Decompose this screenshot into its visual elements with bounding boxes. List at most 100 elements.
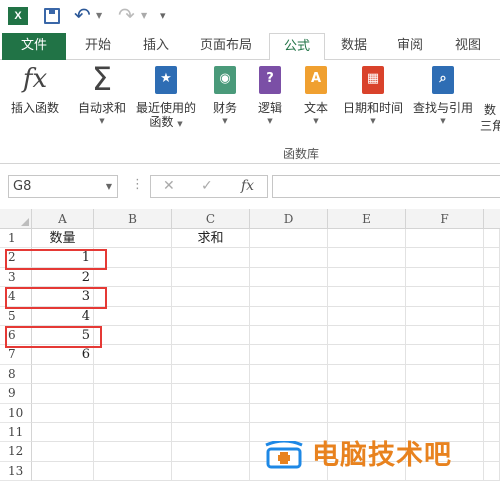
cell-e1[interactable] <box>328 229 406 249</box>
tab-formulas[interactable]: 公式 <box>269 33 325 61</box>
cell-e8[interactable] <box>328 364 406 385</box>
cell-d4[interactable] <box>250 287 328 307</box>
cell-d1[interactable] <box>250 229 328 249</box>
cell-c11[interactable] <box>172 423 250 443</box>
cell-c13[interactable] <box>172 461 250 482</box>
cell-b6[interactable] <box>94 326 172 346</box>
row-header-5[interactable]: 5 <box>0 306 32 326</box>
cell-c6[interactable] <box>172 326 250 346</box>
cell-b5[interactable] <box>94 306 172 326</box>
cell-c1[interactable]: 求和 <box>172 229 250 249</box>
financial-button[interactable]: ◉ 财务 ▼ <box>206 64 244 126</box>
column-header-d[interactable]: D <box>250 209 328 229</box>
row-header-9[interactable]: 9 <box>0 384 32 404</box>
date-time-button[interactable]: ▦ 日期和时间 ▼ <box>340 64 406 126</box>
insert-function-button[interactable]: fx 插入函数 <box>4 64 66 116</box>
row-header-12[interactable]: 12 <box>0 442 32 462</box>
undo-dropdown-icon[interactable]: ▼ <box>96 11 102 20</box>
cell-c8[interactable] <box>172 364 250 385</box>
cell-f6[interactable] <box>406 326 484 346</box>
cell-d10[interactable] <box>250 403 328 423</box>
cell-a11[interactable] <box>32 423 94 443</box>
cell-d3[interactable] <box>250 267 328 288</box>
logical-button[interactable]: ? 逻辑 ▼ <box>252 64 288 126</box>
cell-d2[interactable] <box>250 248 328 268</box>
tab-view[interactable]: 视图 <box>446 33 490 60</box>
cell-c9[interactable] <box>172 384 250 404</box>
cell-e3[interactable] <box>328 267 406 288</box>
cell-f4[interactable] <box>406 287 484 307</box>
insert-function-icon[interactable]: fx <box>241 178 254 194</box>
row-header-10[interactable]: 10 <box>0 403 32 423</box>
cell-e2[interactable] <box>328 248 406 268</box>
redo-icon[interactable]: ↷ <box>118 3 135 27</box>
tab-review[interactable]: 审阅 <box>388 33 432 60</box>
cell-a12[interactable] <box>32 442 94 462</box>
cell-d8[interactable] <box>250 364 328 385</box>
cell-c2[interactable] <box>172 248 250 268</box>
cell-f5[interactable] <box>406 306 484 326</box>
cell-g7[interactable] <box>484 345 500 365</box>
cell-c4[interactable] <box>172 287 250 307</box>
tab-insert[interactable]: 插入 <box>132 33 180 60</box>
row-header-13[interactable]: 13 <box>0 461 32 482</box>
cell-c5[interactable] <box>172 306 250 326</box>
cell-g4[interactable] <box>484 287 500 307</box>
cell-f9[interactable] <box>406 384 484 404</box>
cell-a3[interactable]: 2 <box>32 267 94 288</box>
cell-b3[interactable] <box>94 267 172 288</box>
cell-e4[interactable] <box>328 287 406 307</box>
cell-f7[interactable] <box>406 345 484 365</box>
lookup-reference-button[interactable]: ⌕ 查找与引用 ▼ <box>410 64 476 126</box>
autosum-button[interactable]: Σ 自动求和 ▼ <box>72 63 132 126</box>
undo-icon[interactable]: ↶ <box>74 3 91 27</box>
column-header-b[interactable]: B <box>94 209 172 229</box>
cell-f2[interactable] <box>406 248 484 268</box>
row-header-3[interactable]: 3 <box>0 267 32 288</box>
cell-g5[interactable] <box>484 306 500 326</box>
cell-a9[interactable] <box>32 384 94 404</box>
cell-b10[interactable] <box>94 403 172 423</box>
cell-c12[interactable] <box>172 442 250 462</box>
cell-b1[interactable] <box>94 229 172 249</box>
cell-a5[interactable]: 4 <box>32 306 94 326</box>
cell-g8[interactable] <box>484 364 500 385</box>
column-header-g[interactable] <box>484 209 500 229</box>
cell-b9[interactable] <box>94 384 172 404</box>
cell-d7[interactable] <box>250 345 328 365</box>
save-icon[interactable] <box>44 8 60 24</box>
cell-a13[interactable] <box>32 461 94 482</box>
cell-b8[interactable] <box>94 364 172 385</box>
text-button[interactable]: A 文本 ▼ <box>298 64 334 126</box>
cell-g6[interactable] <box>484 326 500 346</box>
cell-a1[interactable]: 数量 <box>32 229 94 249</box>
cell-g2[interactable] <box>484 248 500 268</box>
customize-toolbar-icon[interactable]: ▾ <box>160 9 166 22</box>
tab-page-layout[interactable]: 页面布局 <box>190 33 262 60</box>
formula-input[interactable] <box>272 175 500 198</box>
cell-c3[interactable] <box>172 267 250 288</box>
tab-data[interactable]: 数据 <box>332 33 376 60</box>
name-box[interactable]: G8 ▼ <box>8 175 118 198</box>
math-trig-button[interactable]: 数 三角 <box>480 64 500 134</box>
cell-e10[interactable] <box>328 403 406 423</box>
cell-f10[interactable] <box>406 403 484 423</box>
cell-b12[interactable] <box>94 442 172 462</box>
cell-c10[interactable] <box>172 403 250 423</box>
row-header-8[interactable]: 8 <box>0 364 32 385</box>
select-all-corner[interactable] <box>0 209 32 229</box>
tab-home[interactable]: 开始 <box>74 33 122 60</box>
cell-f8[interactable] <box>406 364 484 385</box>
chevron-down-icon[interactable]: ▼ <box>106 176 112 197</box>
cancel-icon[interactable]: ✕ <box>163 178 175 194</box>
row-header-1[interactable]: 1 <box>0 229 32 249</box>
cell-b13[interactable] <box>94 461 172 482</box>
cell-e9[interactable] <box>328 384 406 404</box>
cell-d5[interactable] <box>250 306 328 326</box>
cell-e7[interactable] <box>328 345 406 365</box>
cell-e6[interactable] <box>328 326 406 346</box>
cell-f1[interactable] <box>406 229 484 249</box>
cell-a8[interactable] <box>32 364 94 385</box>
enter-icon[interactable]: ✓ <box>201 178 213 194</box>
cell-g9[interactable] <box>484 384 500 404</box>
